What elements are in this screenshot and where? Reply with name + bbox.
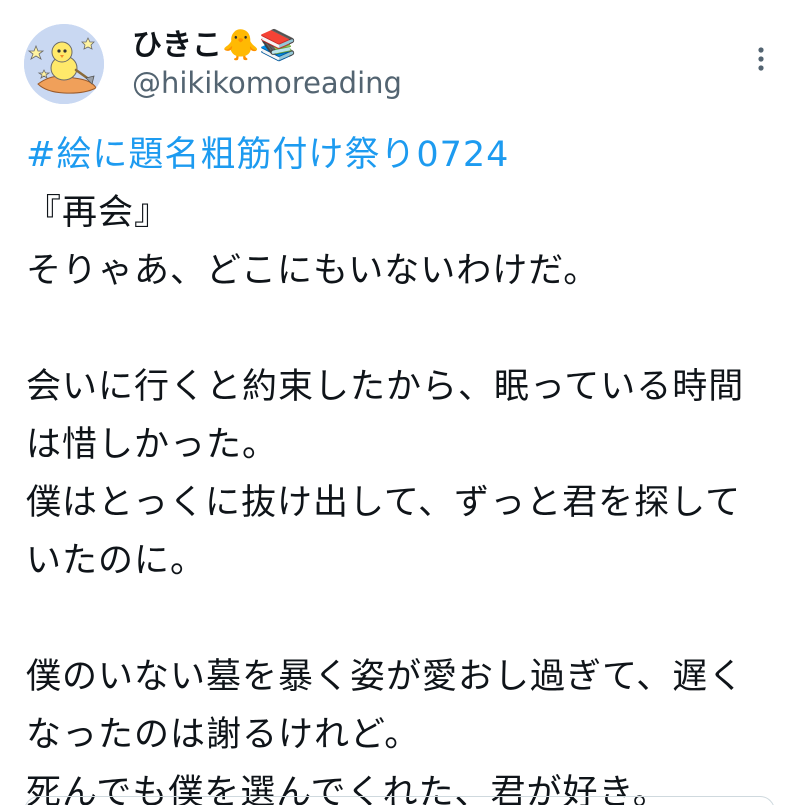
more-options-button[interactable]	[742, 40, 780, 78]
tweet-line: 僕のいない墓を暴く姿が愛おし過ぎて、遅く	[26, 657, 745, 697]
display-name[interactable]: ひきこ🐥📚	[132, 26, 297, 66]
name-emojis: 🐥📚	[222, 28, 297, 63]
tweet: ひきこ🐥📚 @hikikomoreading #絵に題名粗筋付け祭り0724 『…	[0, 0, 799, 805]
more-horizontal-icon	[758, 47, 764, 71]
tweet-text: #絵に題名粗筋付け祭り0724 『再会』 そりゃあ、どこにもいないわけだ。 会い…	[26, 126, 769, 805]
display-name-text: ひきこ	[132, 28, 222, 63]
tweet-line: 『再会』	[26, 193, 171, 233]
tweet-line: なったのは謝るけれど。	[26, 715, 421, 755]
duck-character-avatar-icon	[24, 24, 104, 104]
tweet-line: そりゃあ、どこにもいないわけだ。	[26, 251, 600, 291]
hashtag-link[interactable]: #絵に題名粗筋付け祭り0724	[26, 126, 769, 184]
tweet-line: は惜しかった。	[26, 425, 279, 465]
avatar[interactable]	[24, 24, 104, 104]
tweet-line: 僕はとっくに抜け出して、ずっと君を探して	[26, 483, 742, 523]
media-card-edge[interactable]	[24, 796, 775, 805]
tweet-line: いたのに。	[26, 541, 207, 581]
tweet-line: 会いに行くと約束したから、眠っている時間	[26, 367, 745, 407]
user-handle[interactable]: @hikikomoreading	[132, 64, 402, 102]
